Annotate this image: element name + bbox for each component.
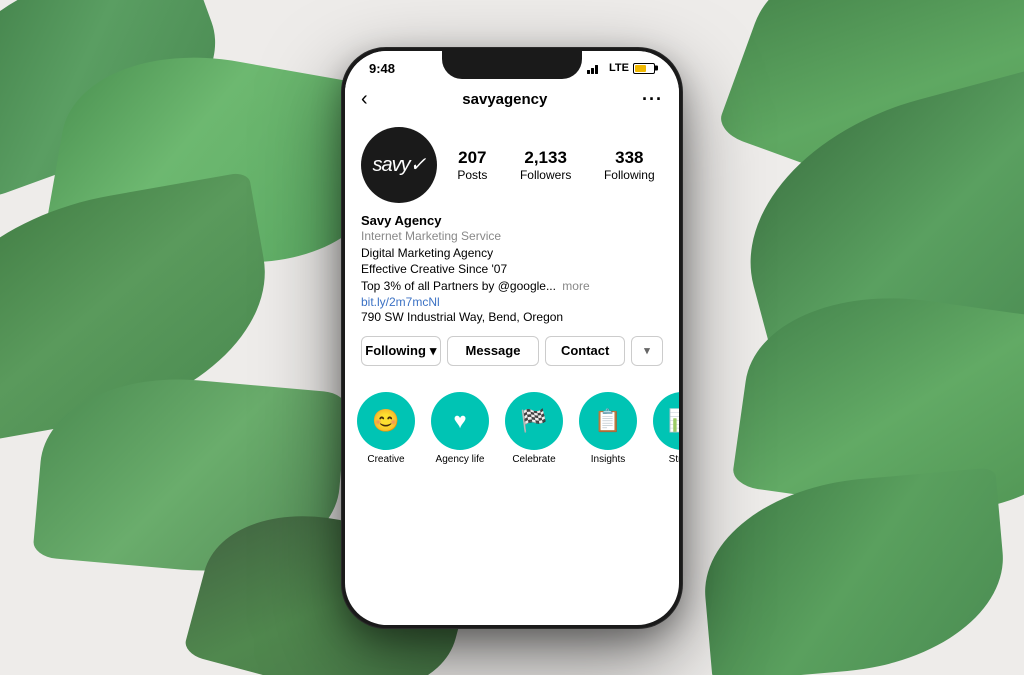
highlight-circle-celebrate: 🏁 [505, 392, 563, 450]
highlight-circle-agency-life: ♥ [431, 392, 489, 450]
contact-label: Contact [561, 343, 609, 358]
message-button[interactable]: Message [447, 336, 540, 366]
highlight-agency-life[interactable]: ♥ Agency life [431, 392, 489, 465]
followers-count: 2,133 [520, 148, 571, 168]
highlight-icon-celebrate: 🏁 [520, 408, 547, 434]
battery-fill [635, 65, 646, 72]
profile-name: Savy Agency [361, 213, 663, 228]
following-label: Following [365, 343, 426, 358]
following-count: 338 [604, 148, 655, 168]
signal-icon [587, 63, 603, 74]
network-label: LTE [609, 62, 629, 74]
dropdown-chevron-icon: ▾ [644, 344, 650, 357]
highlight-strategy[interactable]: 📊 Stra... [653, 392, 679, 465]
profile-section: savy✓ 207 Posts 2,133 Followers 338 [345, 119, 679, 388]
followers-label: Followers [520, 168, 571, 182]
contact-button[interactable]: Contact [545, 336, 625, 366]
phone-screen: 9:48 LTE ‹ savya [345, 51, 679, 625]
bio-line-2: Effective Creative Since '07 [361, 261, 663, 278]
leaf-decoration [696, 467, 1011, 675]
action-buttons: Following ▾ Message Contact ▾ [361, 336, 663, 366]
highlight-label-agency-life: Agency life [436, 454, 485, 465]
highlight-circle-strategy: 📊 [653, 392, 679, 450]
highlight-icon-strategy: 📊 [668, 408, 679, 434]
status-time: 9:48 [369, 61, 395, 76]
following-chevron-icon: ▾ [430, 343, 437, 359]
avatar[interactable]: savy✓ [361, 127, 437, 203]
stats-container: 207 Posts 2,133 Followers 338 Following [437, 148, 663, 182]
highlight-icon-agency-life: ♥ [453, 408, 466, 434]
highlight-label-insights: Insights [591, 454, 625, 465]
phone-notch [442, 51, 582, 79]
highlight-icon-creative: 😊 [372, 408, 399, 434]
bio-section: Savy Agency Internet Marketing Service D… [361, 213, 663, 326]
phone-frame: 9:48 LTE ‹ savya [342, 48, 682, 628]
following-label: Following [604, 168, 655, 182]
status-icons: LTE [587, 62, 655, 74]
bio-more-link[interactable]: more [562, 279, 589, 293]
highlight-circle-creative: 😊 [357, 392, 415, 450]
dropdown-button[interactable]: ▾ [631, 336, 663, 366]
highlight-insights[interactable]: 📋 Insights [579, 392, 637, 465]
nav-bar: ‹ savyagency ··· [345, 82, 679, 119]
following-stat[interactable]: 338 Following [604, 148, 655, 182]
phone-mockup: 9:48 LTE ‹ savya [342, 48, 682, 628]
more-options-button[interactable]: ··· [642, 89, 663, 110]
highlight-celebrate[interactable]: 🏁 Celebrate [505, 392, 563, 465]
message-label: Message [466, 343, 521, 358]
bio-location: 790 SW Industrial Way, Bend, Oregon [361, 309, 663, 326]
following-button[interactable]: Following ▾ [361, 336, 441, 366]
highlight-label-creative: Creative [367, 454, 404, 465]
highlight-label-celebrate: Celebrate [512, 454, 555, 465]
avatar-text: savy✓ [373, 152, 426, 177]
bio-link[interactable]: bit.ly/2m7mcNl [361, 295, 663, 309]
highlight-label-strategy: Stra... [669, 454, 679, 465]
back-button[interactable]: ‹ [361, 88, 368, 111]
posts-stat[interactable]: 207 Posts [457, 148, 487, 182]
highlight-icon-insights: 📋 [594, 408, 621, 434]
highlights-section: 😊 Creative ♥ Agency life 🏁 Celebrate [345, 388, 679, 473]
posts-label: Posts [457, 168, 487, 182]
bio-line-1: Digital Marketing Agency [361, 245, 663, 262]
profile-category: Internet Marketing Service [361, 229, 663, 243]
followers-stat[interactable]: 2,133 Followers [520, 148, 571, 182]
profile-top: savy✓ 207 Posts 2,133 Followers 338 [361, 127, 663, 203]
highlight-circle-insights: 📋 [579, 392, 637, 450]
posts-count: 207 [457, 148, 487, 168]
highlight-creative[interactable]: 😊 Creative [357, 392, 415, 465]
profile-username: savyagency [462, 91, 547, 108]
bio-line-3: Top 3% of all Partners by @google... mor… [361, 278, 663, 295]
battery-icon [633, 63, 655, 74]
